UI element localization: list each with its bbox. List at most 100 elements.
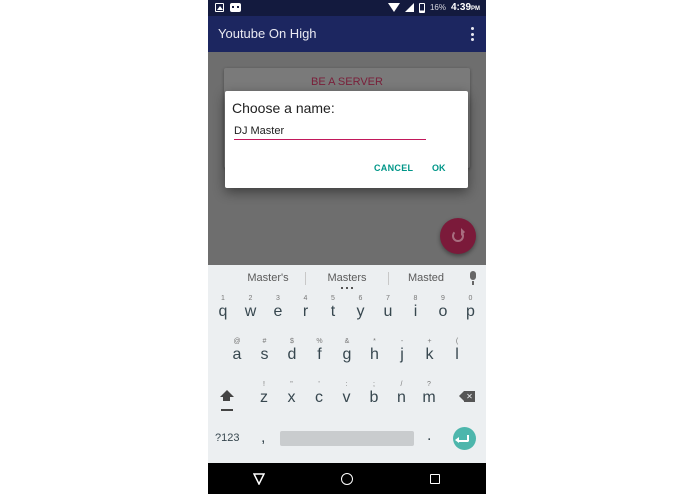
key-l[interactable]: (l bbox=[449, 338, 465, 368]
key-label: v bbox=[342, 389, 351, 406]
key-t[interactable]: 5t bbox=[325, 295, 341, 325]
suggestion-item[interactable]: Masters bbox=[307, 272, 387, 284]
key-hint: ! bbox=[263, 381, 265, 388]
backspace-key[interactable] bbox=[459, 391, 475, 402]
key-u[interactable]: 7u bbox=[380, 295, 396, 325]
key-y[interactable]: 6y bbox=[353, 295, 369, 325]
key-label: b bbox=[369, 389, 379, 406]
suggestion-strip: Master's Masters Masted bbox=[208, 265, 486, 291]
clock: 4:39PM bbox=[450, 2, 480, 13]
key-e[interactable]: 3e bbox=[270, 295, 286, 325]
key-label: r bbox=[302, 303, 309, 320]
key-hint: : bbox=[345, 381, 348, 388]
suggestion-item[interactable]: Master's bbox=[228, 272, 308, 284]
key-hint: 9 bbox=[441, 295, 445, 302]
name-input[interactable] bbox=[234, 122, 426, 140]
key-label: d bbox=[287, 346, 297, 363]
key-g[interactable]: & g bbox=[339, 338, 355, 368]
key-j[interactable]: -j bbox=[394, 338, 410, 368]
phone-screen: 16% 4:39PM Youtube On High BE A SERVER C… bbox=[208, 0, 486, 494]
key-h[interactable]: * h bbox=[367, 338, 383, 368]
key-n[interactable]: / n bbox=[394, 381, 410, 411]
key-hint: 3 bbox=[276, 295, 280, 302]
key-c[interactable]: ' c bbox=[311, 381, 327, 411]
key-hint: 4 bbox=[303, 295, 308, 302]
home-icon[interactable] bbox=[341, 473, 353, 485]
soft-keyboard: Master's Masters Masted 1q 2w 3e 4r 5t 6y 7u 8i… bbox=[208, 265, 486, 463]
enter-key[interactable] bbox=[453, 427, 476, 450]
main-content: BE A SERVER Choose a name: CANCEL OK bbox=[208, 52, 486, 265]
key-f[interactable]: % f bbox=[312, 338, 328, 368]
key-label: s bbox=[260, 346, 269, 363]
comma-key[interactable]: , bbox=[261, 429, 265, 447]
key-hint: @ bbox=[233, 338, 241, 345]
suggestion-divider bbox=[305, 272, 306, 285]
app-bar: Youtube On High bbox=[208, 16, 486, 52]
back-icon[interactable] bbox=[253, 473, 265, 485]
key-o[interactable]: 9o bbox=[435, 295, 451, 325]
key-hint: ' bbox=[318, 381, 320, 388]
cancel-button[interactable]: CANCEL bbox=[374, 163, 413, 173]
key-hint: 2 bbox=[248, 295, 253, 302]
key-k[interactable]: + k bbox=[422, 338, 438, 368]
key-r[interactable]: 4r bbox=[298, 295, 314, 325]
navigation-bar bbox=[208, 463, 486, 494]
space-bar[interactable] bbox=[280, 431, 414, 446]
period-key[interactable]: . bbox=[427, 427, 431, 445]
key-d[interactable]: $ d bbox=[284, 338, 300, 368]
key-hint: ; bbox=[373, 381, 375, 388]
signal-icon bbox=[404, 3, 414, 12]
key-label: z bbox=[260, 389, 268, 406]
status-bar: 16% 4:39PM bbox=[208, 0, 486, 16]
key-s[interactable]: # s bbox=[257, 338, 273, 368]
key-hint: + bbox=[427, 338, 432, 345]
key-v[interactable]: :v bbox=[339, 381, 355, 411]
choose-name-dialog: Choose a name: CANCEL OK bbox=[225, 91, 468, 188]
symbols-key[interactable]: ?123 bbox=[215, 432, 239, 444]
key-label: f bbox=[317, 346, 322, 363]
key-hint: # bbox=[262, 338, 267, 345]
key-hint: & bbox=[344, 338, 350, 345]
shift-indicator bbox=[221, 409, 233, 411]
key-label: p bbox=[466, 303, 475, 320]
key-m[interactable]: ? m bbox=[421, 381, 437, 411]
microphone-icon[interactable] bbox=[469, 271, 477, 285]
overflow-menu-icon[interactable] bbox=[470, 27, 474, 41]
key-w[interactable]: 2w bbox=[243, 295, 259, 325]
key-z[interactable]: ! z bbox=[256, 381, 272, 411]
key-label: x bbox=[287, 389, 296, 406]
app-title: Youtube On High bbox=[218, 26, 317, 41]
wifi-icon bbox=[387, 3, 400, 12]
ok-button[interactable]: OK bbox=[432, 163, 446, 173]
key-label: w bbox=[244, 303, 257, 320]
shift-key[interactable] bbox=[219, 389, 235, 411]
suggestion-item[interactable]: Masted bbox=[386, 272, 466, 284]
key-label: a bbox=[232, 346, 242, 363]
key-hint: - bbox=[400, 338, 404, 345]
key-label: o bbox=[438, 303, 448, 320]
key-p[interactable]: 0p bbox=[463, 295, 479, 325]
key-hint: * bbox=[373, 338, 376, 345]
key-label: c bbox=[315, 389, 323, 406]
key-x[interactable]: " x bbox=[284, 381, 300, 411]
recents-icon[interactable] bbox=[430, 474, 440, 484]
key-hint: ( bbox=[455, 338, 459, 345]
key-label: q bbox=[218, 303, 228, 320]
image-notification-icon bbox=[215, 3, 224, 12]
refresh-fab[interactable] bbox=[440, 218, 476, 254]
key-label: n bbox=[397, 389, 406, 406]
game-notification-icon bbox=[230, 3, 241, 12]
key-hint: 1 bbox=[221, 295, 225, 302]
key-label: h bbox=[370, 346, 379, 363]
key-i[interactable]: 8i bbox=[408, 295, 424, 325]
key-q[interactable]: 1q bbox=[215, 295, 231, 325]
key-a[interactable]: @ a bbox=[229, 338, 245, 368]
be-a-server-button[interactable]: BE A SERVER bbox=[224, 76, 470, 88]
key-b[interactable]: ; b bbox=[366, 381, 382, 411]
key-label: u bbox=[383, 303, 393, 320]
more-suggestions-icon[interactable] bbox=[341, 287, 353, 290]
battery-percent: 16% bbox=[429, 3, 446, 12]
refresh-icon bbox=[452, 228, 465, 242]
dialog-title: Choose a name: bbox=[232, 100, 335, 116]
key-label: k bbox=[425, 346, 434, 363]
